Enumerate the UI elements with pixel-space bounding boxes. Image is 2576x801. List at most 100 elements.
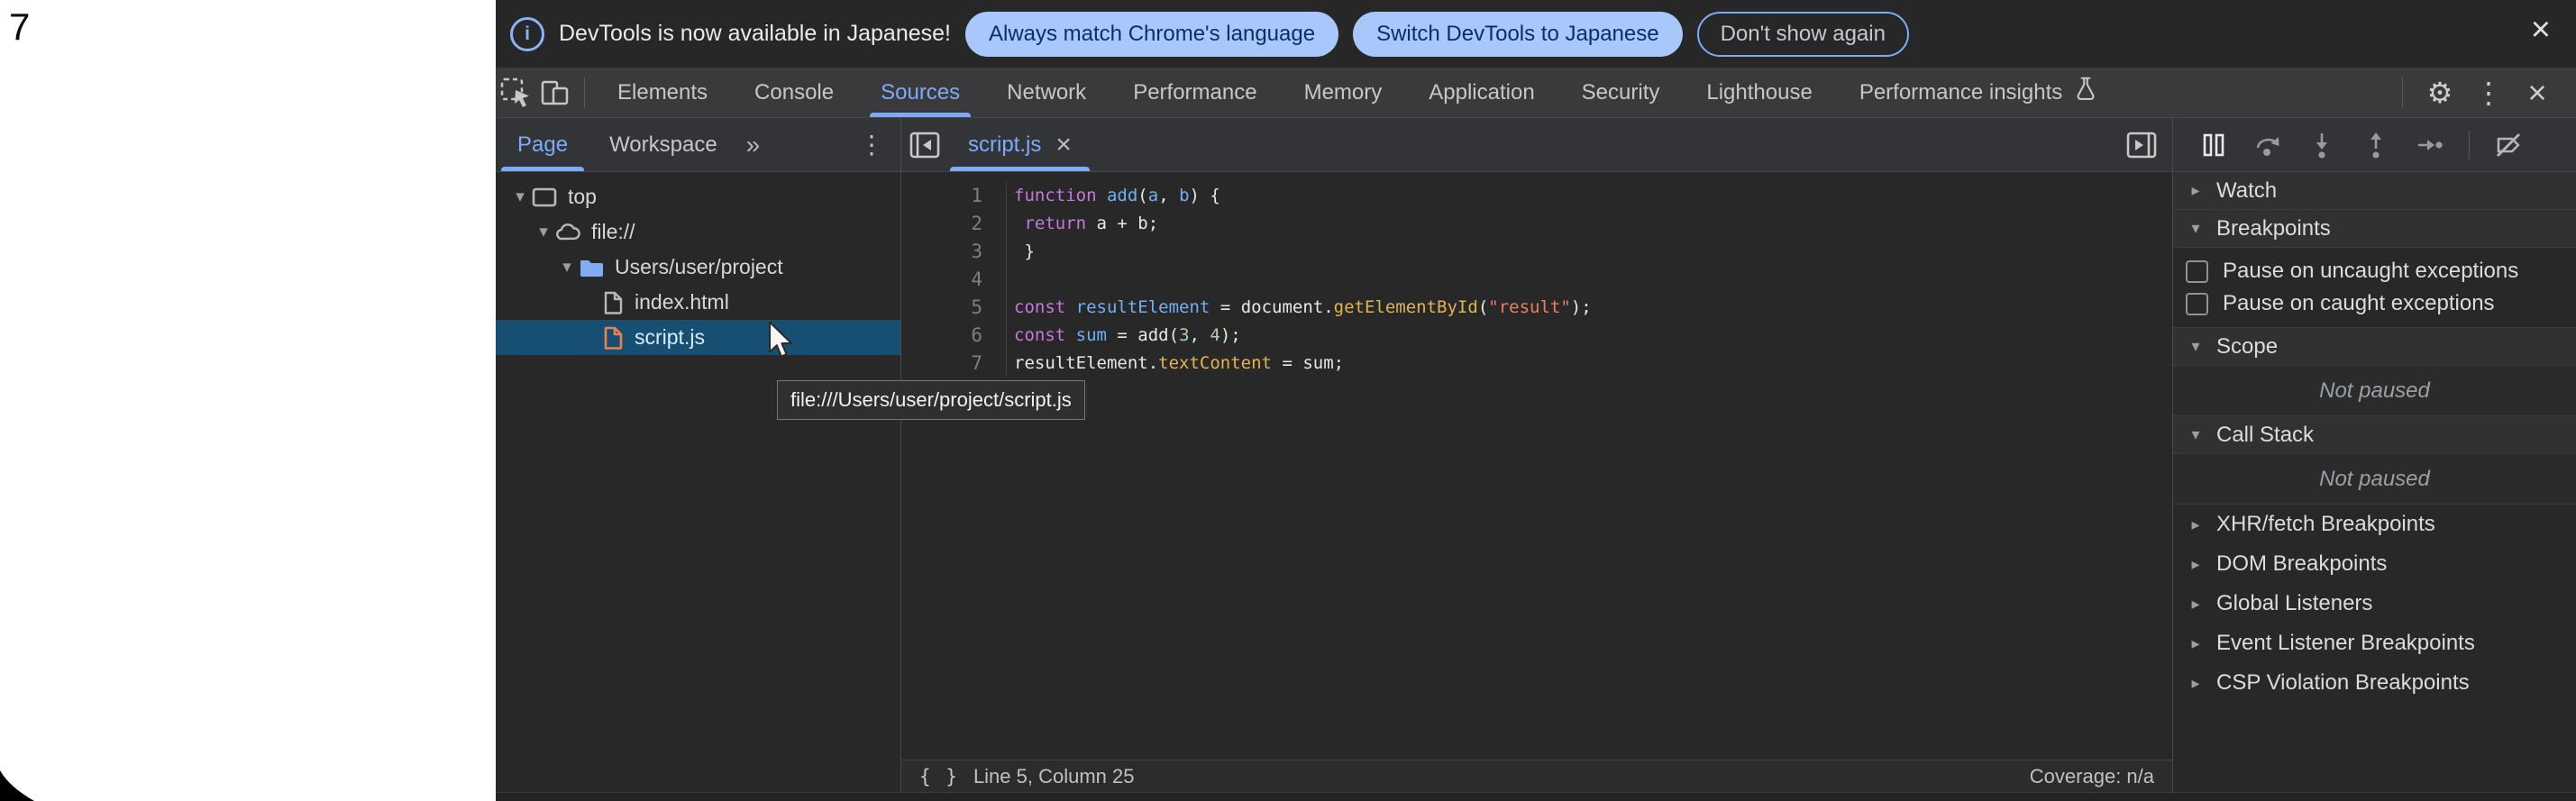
section-event-listener-breakpoints[interactable]: ▸ Event Listener Breakpoints (2173, 624, 2576, 663)
step-into-icon[interactable] (2307, 130, 2337, 160)
section-dom-breakpoints[interactable]: ▸ DOM Breakpoints (2173, 544, 2576, 584)
section-xhr-fetch-breakpoints[interactable]: ▸ XHR/fetch Breakpoints (2173, 505, 2576, 544)
tree-item-top[interactable]: ▾ top (496, 179, 900, 214)
step-icon[interactable] (2415, 130, 2445, 160)
twisty-open-icon[interactable]: ▾ (508, 187, 532, 207)
tab-sources[interactable]: Sources (857, 68, 983, 117)
step-out-icon[interactable] (2361, 130, 2391, 160)
toolbar-separator (584, 77, 585, 108)
file-path-tooltip: file:///Users/user/project/script.js (777, 380, 1085, 420)
coverage-status: Coverage: n/a (2030, 765, 2154, 788)
code-line[interactable]: 6 const sum = add(3, 4); (901, 321, 2172, 349)
pause-uncaught-row[interactable]: Pause on uncaught exceptions (2173, 255, 2576, 287)
editor-tab-close-icon[interactable]: × (1055, 132, 1072, 159)
line-number[interactable]: 4 (901, 269, 1006, 290)
deactivate-breakpoints-icon[interactable] (2493, 130, 2524, 160)
tab-performance[interactable]: Performance (1110, 68, 1280, 117)
navigator-tab-page[interactable]: Page (498, 118, 588, 171)
navigator-tab-workspace[interactable]: Workspace (589, 118, 737, 171)
devtools-close-icon[interactable]: × (2517, 77, 2558, 109)
twisty-closed-icon[interactable]: ▸ (2186, 634, 2206, 653)
toolbar-separator (2402, 77, 2403, 108)
code-editor[interactable]: 1 function add(a, b) { 2 return a + b; 3… (901, 172, 2172, 760)
kebab-menu-icon[interactable]: ⋮ (2468, 78, 2509, 107)
code-line[interactable]: 4 (901, 265, 2172, 293)
editor-tab-bar: script.js × (901, 118, 2172, 172)
section-watch[interactable]: ▸ Watch (2173, 172, 2576, 210)
page-number: 7 (9, 5, 30, 49)
twisty-open-icon[interactable]: ▾ (532, 222, 555, 242)
twisty-open-icon[interactable]: ▾ (2186, 337, 2206, 356)
navigator-kebab-icon[interactable]: ⋮ (859, 130, 884, 159)
section-call-stack[interactable]: ▾ Call Stack (2173, 416, 2576, 454)
twisty-open-icon[interactable]: ▾ (2186, 425, 2206, 444)
line-number[interactable]: 3 (901, 241, 1006, 262)
tree-item-project-folder[interactable]: ▾ Users/user/project (496, 250, 900, 285)
tree-item-script-js[interactable]: script.js (496, 320, 900, 355)
twisty-closed-icon[interactable]: ▸ (2186, 181, 2206, 200)
notification-close-icon[interactable]: × (2531, 13, 2551, 47)
dont-show-again-button[interactable]: Don't show again (1697, 12, 1909, 57)
section-csp-violation-breakpoints[interactable]: ▸ CSP Violation Breakpoints (2173, 663, 2576, 703)
notification-message: DevTools is now available in Japanese! (559, 21, 951, 47)
pause-caught-checkbox[interactable] (2186, 293, 2208, 315)
tab-memory[interactable]: Memory (1281, 68, 1406, 117)
twisty-closed-icon[interactable]: ▸ (2186, 555, 2206, 574)
section-scope[interactable]: ▾ Scope (2173, 328, 2576, 366)
pause-script-icon[interactable] (2198, 130, 2229, 160)
editor-tab-script-js[interactable]: script.js × (948, 118, 1092, 171)
tab-elements[interactable]: Elements (594, 68, 731, 117)
tab-security[interactable]: Security (1558, 68, 1684, 117)
line-number[interactable]: 1 (901, 185, 1006, 206)
twisty-closed-icon[interactable]: ▸ (2186, 674, 2206, 693)
more-tabs-icon[interactable]: » (746, 131, 761, 159)
controls-separator (2469, 131, 2470, 159)
twisty-open-icon[interactable]: ▾ (2186, 219, 2206, 238)
editor-status-bar: { } Line 5, Column 25 Coverage: n/a (901, 760, 2172, 793)
info-icon: i (510, 17, 544, 51)
navigator-header: Page Workspace » ⋮ (496, 118, 900, 172)
switch-to-japanese-button[interactable]: Switch DevTools to Japanese (1353, 12, 1683, 57)
line-number[interactable]: 7 (901, 352, 1006, 374)
code-line[interactable]: 1 function add(a, b) { (901, 181, 2172, 209)
tab-performance-insights[interactable]: Performance insights (1836, 68, 2122, 117)
twisty-open-icon[interactable]: ▾ (555, 257, 579, 278)
code-line[interactable]: 7 resultElement.textContent = sum; (901, 349, 2172, 377)
line-number[interactable]: 6 (901, 324, 1006, 346)
navigator-pane: Page Workspace » ⋮ ▾ top ▾ (496, 118, 901, 793)
cloud-icon (555, 222, 580, 243)
section-global-listeners[interactable]: ▸ Global Listeners (2173, 584, 2576, 624)
code-line[interactable]: 2 return a + b; (901, 209, 2172, 237)
code-line[interactable]: 3 } (901, 237, 2172, 265)
pause-uncaught-checkbox[interactable] (2186, 260, 2208, 283)
twisty-closed-icon[interactable]: ▸ (2186, 595, 2206, 614)
hide-navigator-icon[interactable] (901, 128, 948, 162)
show-debugger-sidebar-icon[interactable] (2118, 128, 2165, 162)
pretty-print-icon[interactable]: { } (919, 766, 959, 787)
tree-item-file-protocol[interactable]: ▾ file:// (496, 214, 900, 250)
tab-lighthouse[interactable]: Lighthouse (1683, 68, 1835, 117)
tab-console[interactable]: Console (731, 68, 857, 117)
section-breakpoints[interactable]: ▾ Breakpoints (2173, 210, 2576, 248)
inspect-element-icon[interactable] (496, 73, 535, 113)
line-number[interactable]: 2 (901, 213, 1006, 234)
file-tree: ▾ top ▾ file:// ▾ (496, 172, 900, 355)
tree-item-index-html[interactable]: index.html (496, 285, 900, 320)
debugger-sidebar: ▸ Watch ▾ Breakpoints Pause on uncaught … (2173, 118, 2576, 793)
partial-cursor-shape (0, 770, 36, 801)
tab-network[interactable]: Network (983, 68, 1110, 117)
device-toolbar-icon[interactable] (535, 73, 575, 113)
frame-icon (532, 186, 557, 209)
pause-caught-row[interactable]: Pause on caught exceptions (2173, 287, 2576, 320)
line-number[interactable]: 5 (901, 296, 1006, 318)
match-chrome-language-button[interactable]: Always match Chrome's language (965, 12, 1338, 57)
scope-status: Not paused (2173, 366, 2576, 416)
devtools-toolbar: Elements Console Sources Network Perform… (496, 68, 2576, 118)
step-over-icon[interactable] (2252, 130, 2283, 160)
settings-gear-icon[interactable]: ⚙ (2419, 78, 2461, 107)
tab-application[interactable]: Application (1405, 68, 1557, 117)
file-icon (602, 290, 624, 315)
code-line[interactable]: 5 const resultElement = document.getElem… (901, 293, 2172, 321)
flask-icon (2073, 76, 2098, 109)
twisty-closed-icon[interactable]: ▸ (2186, 515, 2206, 534)
